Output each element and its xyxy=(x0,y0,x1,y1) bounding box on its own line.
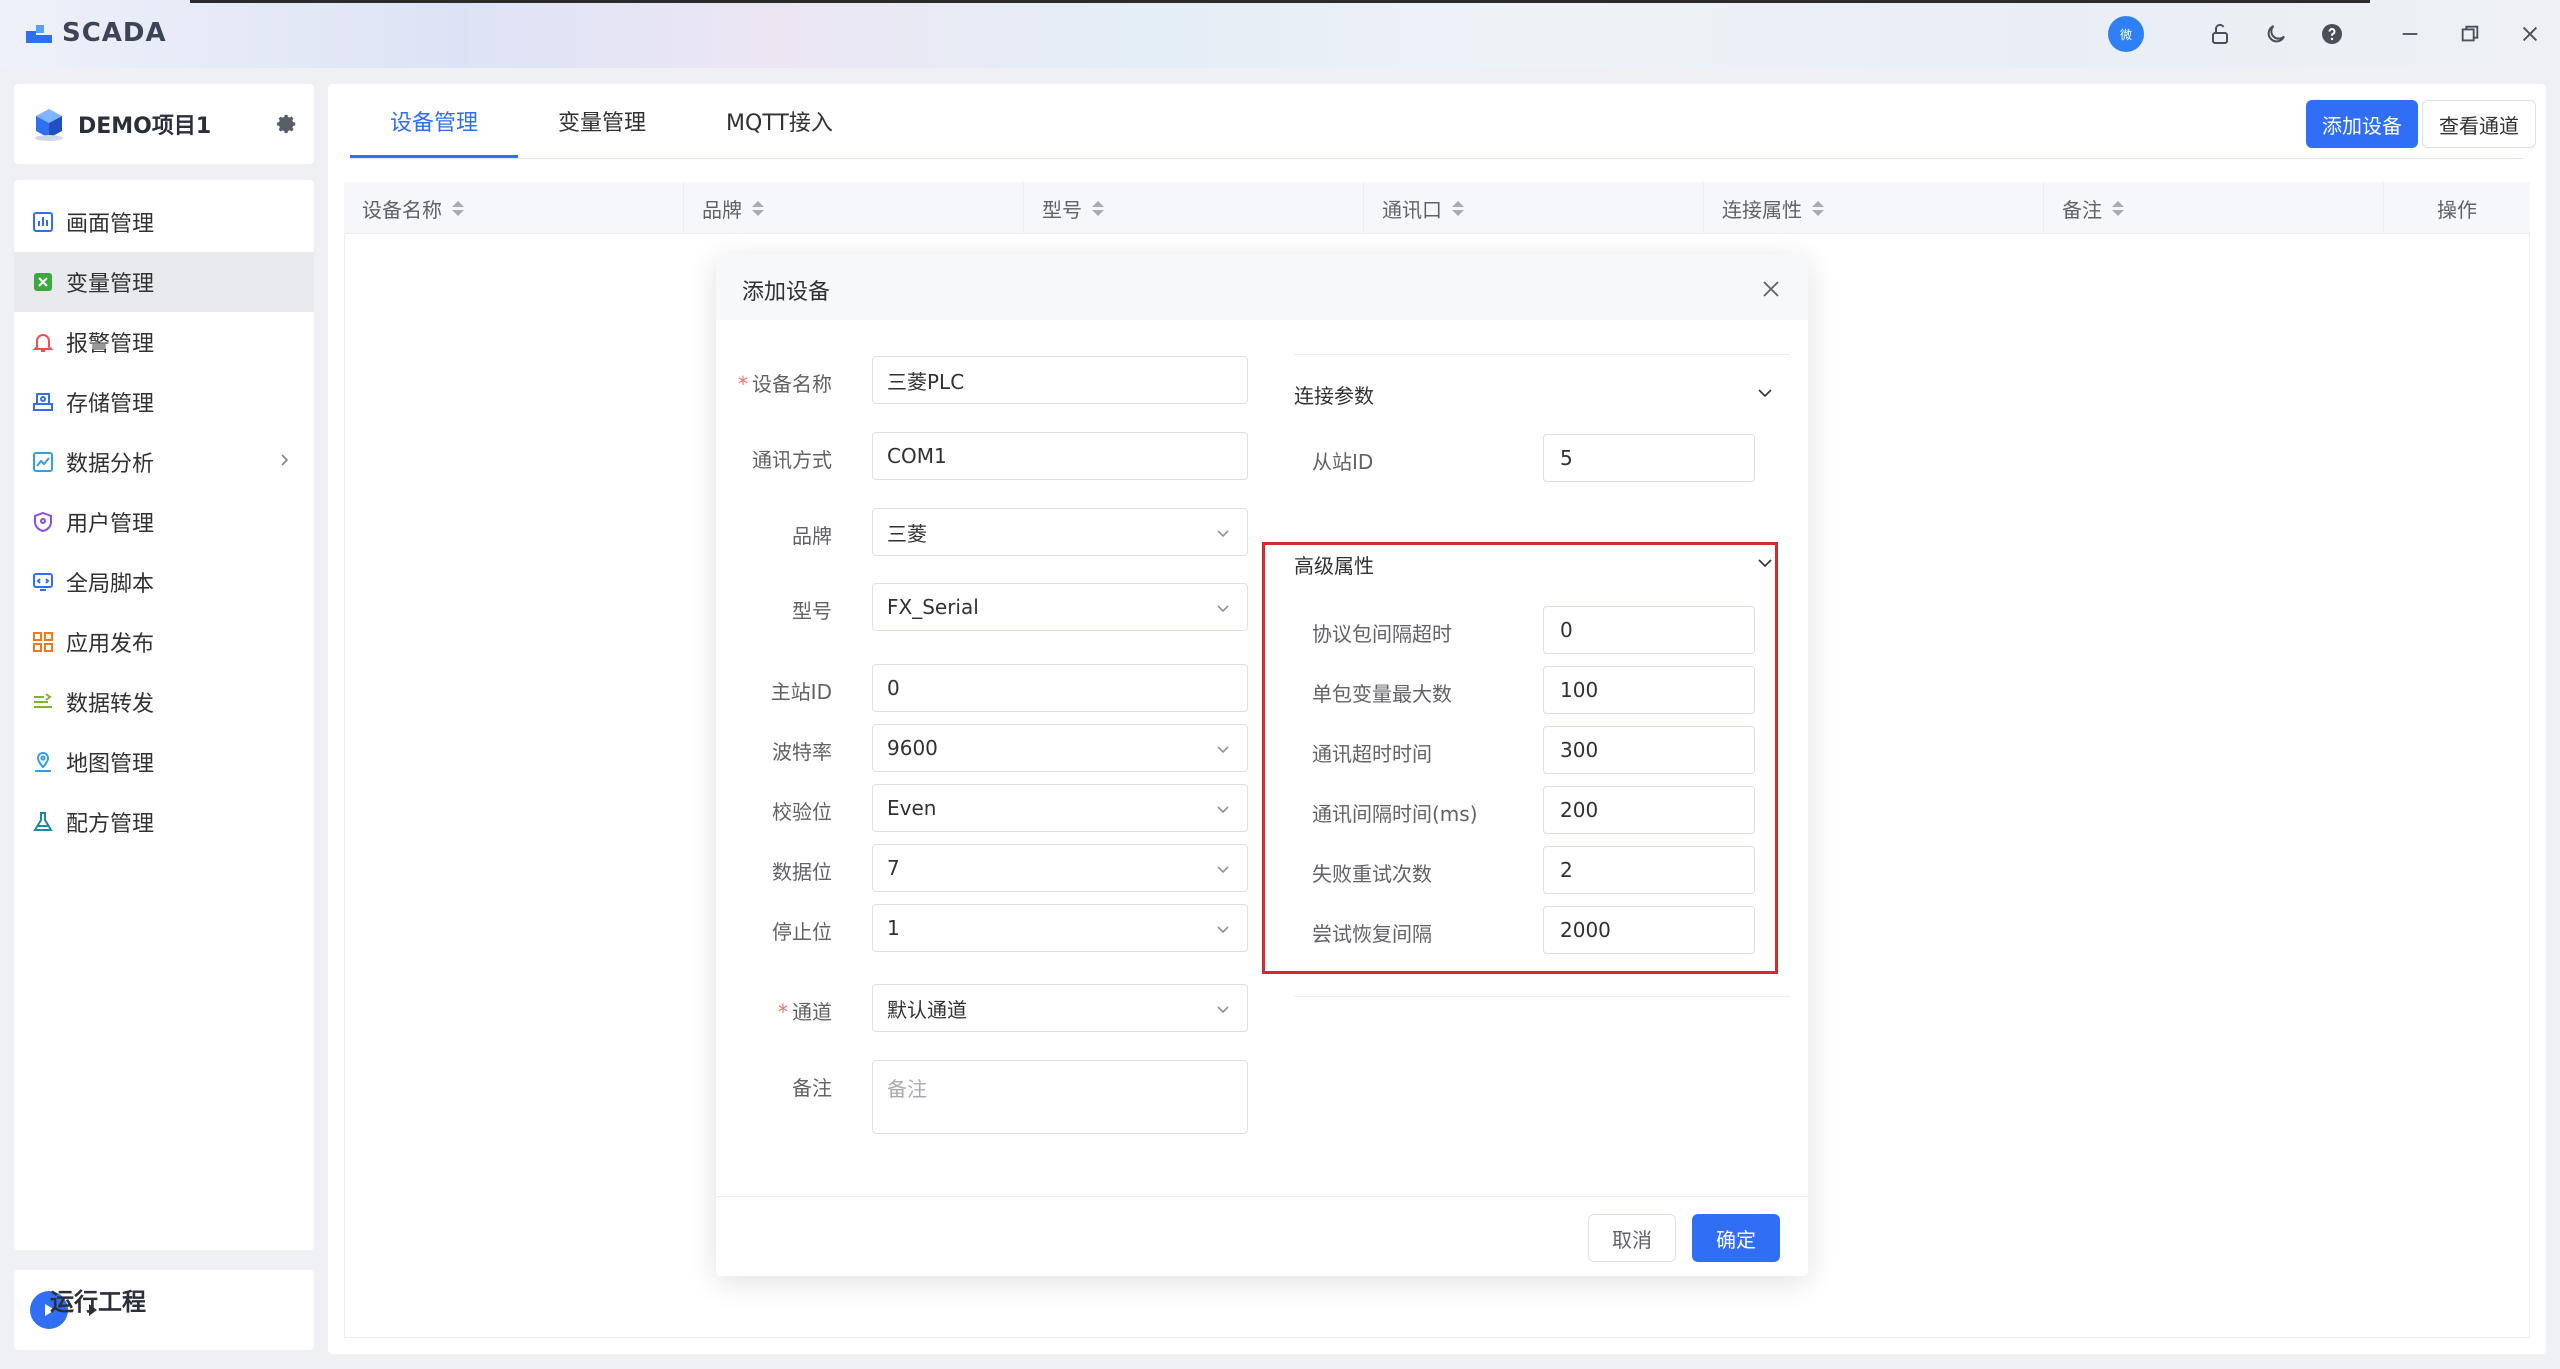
chevron-down-icon xyxy=(1217,926,1229,934)
device-name-input[interactable]: 三菱PLC xyxy=(872,356,1248,404)
connection-params-title[interactable]: 连接参数 xyxy=(1294,380,1374,409)
master-id-input[interactable]: 0 xyxy=(872,664,1248,712)
form-row-brand: 品牌 三菱 xyxy=(716,508,1256,558)
chevron-down-icon xyxy=(1217,866,1229,874)
dialog-title: 添加设备 xyxy=(742,280,831,305)
required-mark: * xyxy=(778,1000,788,1024)
section-divider xyxy=(1294,354,1790,355)
form-row-parity: 校验位 Even xyxy=(716,784,1256,834)
dialog-footer-divider xyxy=(716,1196,1808,1197)
highlight-annotation xyxy=(1262,542,1778,974)
form-row-device-name: * 设备名称 三菱PLC xyxy=(716,356,1256,406)
comm-method-input[interactable]: COM1 xyxy=(872,432,1248,480)
form-row-remark: 备注 备注 xyxy=(716,1060,1256,1140)
confirm-button[interactable]: 确定 xyxy=(1692,1214,1780,1262)
form-row-data-bits: 数据位 7 xyxy=(716,844,1256,894)
stop-bits-select[interactable]: 1 xyxy=(872,904,1248,952)
chevron-down-icon xyxy=(1217,746,1229,754)
channel-select[interactable]: 默认通道 xyxy=(872,984,1248,1032)
baud-rate-select[interactable]: 9600 xyxy=(872,724,1248,772)
parity-select[interactable]: Even xyxy=(872,784,1248,832)
chevron-down-icon xyxy=(1217,605,1229,613)
brand-select[interactable]: 三菱 xyxy=(872,508,1248,556)
form-row-baud-rate: 波特率 9600 xyxy=(716,724,1256,774)
chevron-down-icon xyxy=(1217,1006,1229,1014)
chevron-down-icon xyxy=(1217,530,1229,538)
chevron-down-icon xyxy=(1217,806,1229,814)
cancel-button[interactable]: 取消 xyxy=(1588,1214,1676,1262)
form-row-channel: * 通道 默认通道 xyxy=(716,984,1256,1034)
form-row-model: 型号 FX_Serial xyxy=(716,583,1256,633)
slave-id-input[interactable]: 5 xyxy=(1543,434,1755,482)
chevron-down-icon[interactable] xyxy=(1756,384,1774,402)
model-select[interactable]: FX_Serial xyxy=(872,583,1248,631)
required-mark: * xyxy=(738,372,748,396)
form-row-comm-method: 通讯方式 COM1 xyxy=(716,432,1256,482)
remark-textarea[interactable]: 备注 xyxy=(872,1060,1248,1134)
form-row-master-id: 主站ID 0 xyxy=(716,664,1256,714)
form-row-stop-bits: 停止位 1 xyxy=(716,904,1256,954)
section-divider xyxy=(1294,996,1790,997)
data-bits-select[interactable]: 7 xyxy=(872,844,1248,892)
form-row-slave-id: 从站ID 5 xyxy=(1276,434,1796,484)
